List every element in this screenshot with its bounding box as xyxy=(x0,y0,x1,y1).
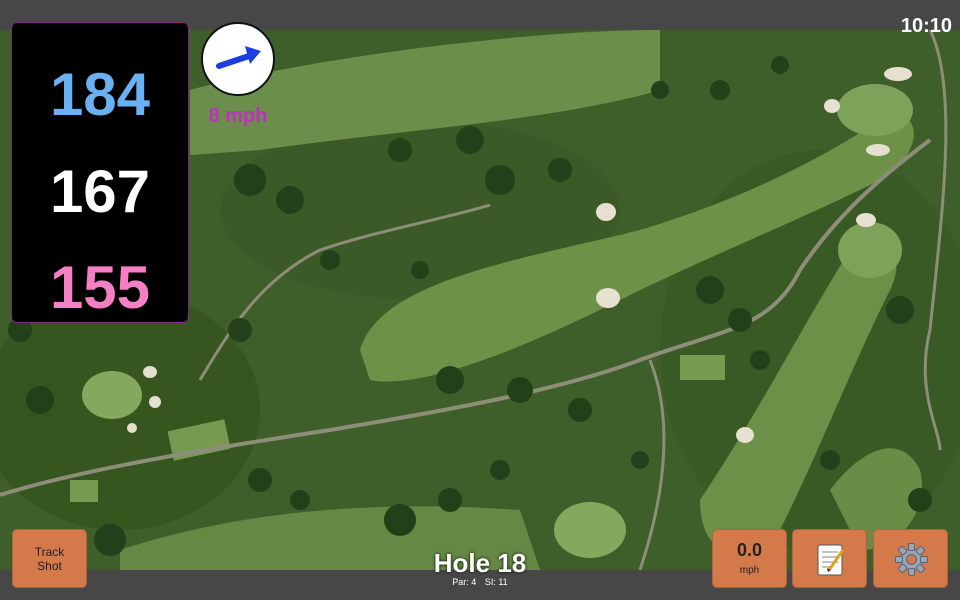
wind-arrow-icon xyxy=(216,46,261,69)
hole-par: Par: 4 xyxy=(452,577,477,587)
settings-button[interactable] xyxy=(873,529,948,588)
hole-title: Hole 18 xyxy=(433,548,527,578)
hole-stroke-index: SI: 11 xyxy=(484,577,508,587)
track-shot-button[interactable]: Track Shot xyxy=(12,529,87,588)
track-shot-label: Track Shot xyxy=(34,545,65,573)
speed-value: 0.0 xyxy=(736,540,763,560)
distance-panel: 184 167 155 xyxy=(11,22,189,323)
wind-speed: 8 mph xyxy=(208,105,268,127)
distance-back: 184 xyxy=(49,61,151,128)
notepad-icon xyxy=(817,544,845,576)
gear-icon xyxy=(895,543,928,576)
speed-button[interactable]: 0.0 mph xyxy=(712,529,787,588)
hole-info: Par: 4 SI: 11 xyxy=(380,577,580,587)
speed-unit: mph xyxy=(739,565,760,576)
notes-button[interactable] xyxy=(792,529,867,588)
wind-indicator xyxy=(201,22,275,96)
distance-front: 155 xyxy=(49,254,151,321)
distance-middle: 167 xyxy=(49,158,151,225)
clock: 10:10 xyxy=(900,15,952,37)
